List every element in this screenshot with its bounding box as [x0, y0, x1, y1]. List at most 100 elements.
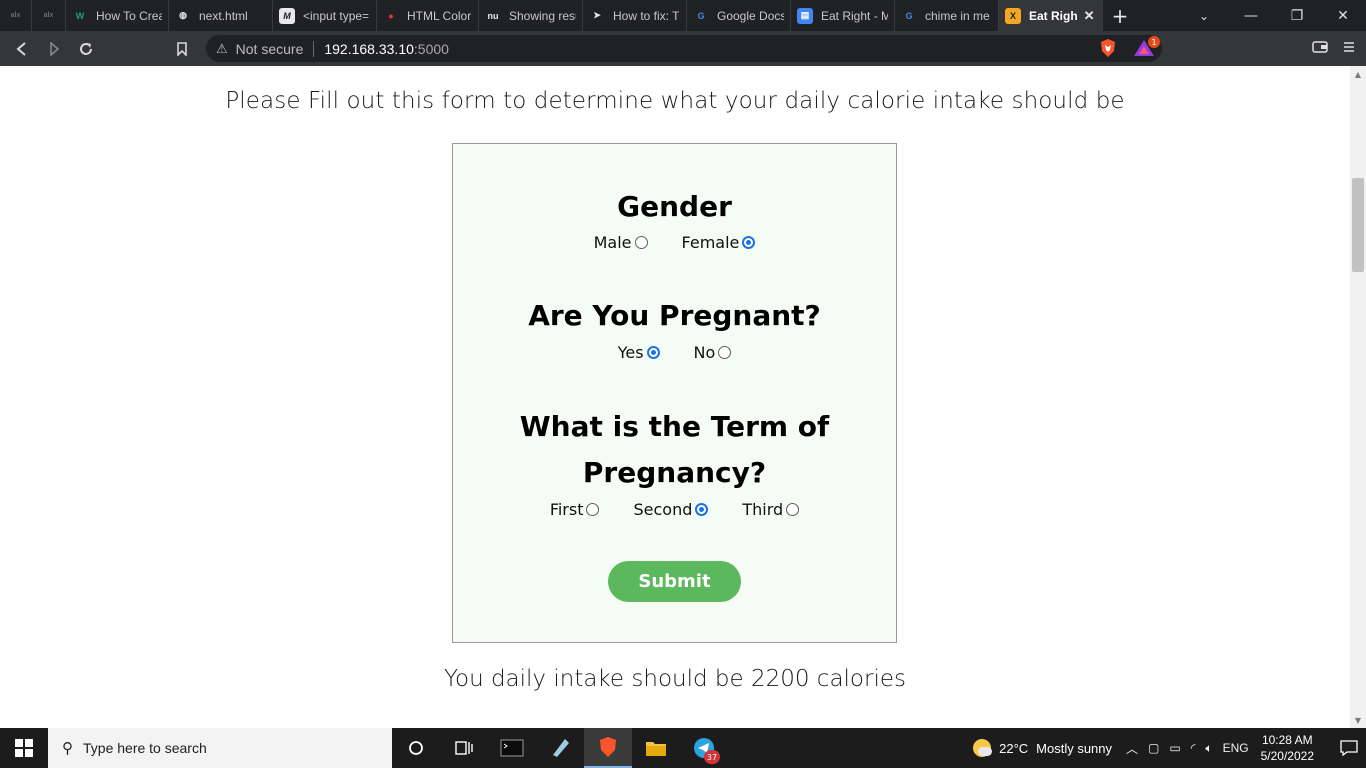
browser-tab[interactable]: alx	[0, 0, 32, 31]
tab-list: alx alx W How To Crea ◍ next.html M <input type…	[0, 0, 1103, 31]
browser-tab[interactable]: M <input type=	[273, 0, 377, 31]
search-placeholder: Type here to search	[83, 740, 207, 756]
tab-favicon-icon: X	[1005, 7, 1021, 24]
taskbar-search[interactable]: ⚲ Type here to search	[48, 728, 392, 768]
notifications-icon[interactable]	[1332, 740, 1366, 756]
gender-female-option[interactable]: Female	[682, 233, 756, 252]
wallet-icon[interactable]	[1312, 39, 1328, 58]
term-first-radio[interactable]	[586, 503, 600, 516]
tab-title: chime in me	[925, 8, 990, 23]
pregnant-yes-option[interactable]: Yes	[618, 343, 660, 362]
url-host: 192.168.33.10	[324, 40, 414, 57]
tab-title: Eat Right - M	[821, 8, 888, 23]
new-tab-button[interactable]: +	[1103, 0, 1137, 31]
menu-icon[interactable]	[1342, 39, 1356, 58]
weather-icon	[973, 739, 993, 757]
browser-tab[interactable]: ▤ Eat Right - M	[791, 0, 895, 31]
tab-favicon-icon: W	[75, 10, 85, 21]
page-content: Please Fill out this form to determine w…	[0, 66, 1350, 728]
minimize-icon[interactable]: —	[1228, 0, 1274, 31]
task-view-icon[interactable]	[440, 728, 488, 768]
gender-male-option[interactable]: Male	[594, 233, 648, 252]
search-icon: ⚲	[62, 740, 73, 757]
restore-icon[interactable]: ❐	[1274, 0, 1320, 31]
calorie-form: Gender Male Female Are You Pregnant? Yes…	[452, 143, 897, 643]
option-label: Yes	[617, 343, 644, 362]
tab-title: How To Crea	[96, 8, 162, 23]
scroll-up-icon[interactable]: ▲	[1350, 66, 1366, 82]
volume-icon[interactable]: 🔈︎	[1205, 741, 1212, 756]
tray-icons: ︿ ▢ ▭ ◜ 🔈︎ ENG	[1126, 740, 1249, 757]
clock-date: 5/20/2022	[1260, 749, 1314, 763]
terminal-app-icon[interactable]	[488, 728, 536, 768]
pregnant-yes-radio[interactable]	[646, 346, 660, 359]
submit-button[interactable]: Submit	[608, 561, 741, 602]
option-label: Male	[593, 233, 632, 252]
browser-tab-strip: alx alx W How To Crea ◍ next.html M <input type…	[0, 0, 1366, 31]
browser-tab[interactable]: ◍ next.html	[169, 0, 273, 31]
pregnant-no-option[interactable]: No	[694, 343, 732, 362]
tab-title: Showing resu	[509, 8, 576, 23]
browser-tab[interactable]: alx	[32, 0, 66, 31]
close-window-icon[interactable]: ✕	[1320, 0, 1366, 31]
wifi-icon[interactable]: ◜	[1191, 741, 1196, 755]
gender-female-radio[interactable]	[742, 236, 756, 249]
term-options: First Second Third	[453, 500, 896, 519]
term-first-option[interactable]: First	[550, 500, 600, 519]
windows-taskbar: ⚲ Type here to search 37 22°C Mostly sun…	[0, 728, 1366, 768]
telegram-app-icon[interactable]: 37	[680, 728, 728, 768]
battery-icon[interactable]: ▭	[1169, 741, 1180, 755]
browser-tab[interactable]: G Google Docs	[687, 0, 791, 31]
clock-time: 10:28 AM	[1261, 733, 1313, 747]
tab-title: <input type=	[303, 8, 370, 23]
windows-start-icon[interactable]	[0, 728, 48, 768]
browser-tab[interactable]: nu Showing resu	[479, 0, 583, 31]
browser-tab[interactable]: ● HTML Color	[377, 0, 479, 31]
browser-tab[interactable]: X Eat Righ ✕	[999, 0, 1103, 31]
tab-favicon-icon: ▤	[797, 7, 813, 24]
telegram-badge: 37	[704, 750, 720, 764]
option-label: Female	[681, 233, 740, 252]
language-indicator[interactable]: ENG	[1223, 741, 1249, 755]
tab-favicon-icon: ◍	[179, 10, 187, 20]
brave-shield-icon[interactable]	[1098, 38, 1118, 58]
clock[interactable]: 10:28 AM 5/20/2022	[1261, 732, 1314, 764]
brave-browser-app-icon[interactable]	[584, 728, 632, 768]
tab-favicon-icon: alx	[43, 12, 54, 19]
browser-toolbar: ⚠ Not secure 192.168.33.10 :5000 1	[0, 31, 1366, 66]
cortana-icon[interactable]	[392, 728, 440, 768]
reload-icon[interactable]	[70, 33, 102, 65]
browser-tab[interactable]: ➤ How to fix: T	[583, 0, 687, 31]
option-label: No	[693, 343, 716, 362]
url-port: :5000	[413, 40, 449, 57]
page-scrollbar[interactable]: ▲ ▼	[1350, 66, 1366, 728]
meet-now-icon[interactable]: ▢	[1148, 741, 1159, 755]
option-label: Third	[742, 500, 784, 519]
file-explorer-icon[interactable]	[632, 728, 680, 768]
term-third-radio[interactable]	[786, 503, 800, 516]
tab-title: Google Docs	[717, 8, 784, 23]
term-second-option[interactable]: Second	[633, 500, 709, 519]
weather-widget[interactable]: 22°C Mostly sunny	[973, 739, 1112, 757]
forward-icon[interactable]	[38, 33, 70, 65]
tab-favicon-icon: ➤	[593, 10, 601, 20]
address-bar[interactable]: ⚠ Not secure 192.168.33.10 :5000	[206, 35, 1162, 62]
notes-app-icon[interactable]	[536, 728, 584, 768]
intro-text: Please Fill out this form to determine w…	[225, 88, 1125, 114]
scroll-thumb[interactable]	[1352, 178, 1364, 272]
bookmark-icon[interactable]	[166, 33, 198, 65]
term-second-radio[interactable]	[695, 503, 709, 516]
scroll-down-icon[interactable]: ▼	[1350, 712, 1366, 728]
term-third-option[interactable]: Third	[742, 500, 800, 519]
result-text: You daily intake should be 2200 calories	[444, 666, 906, 692]
warning-icon[interactable]: ⚠	[216, 41, 228, 57]
back-icon[interactable]	[6, 33, 38, 65]
option-label: Second	[633, 500, 693, 519]
gender-male-radio[interactable]	[634, 236, 648, 249]
pregnant-no-radio[interactable]	[718, 346, 732, 359]
chevron-up-icon[interactable]: ︿	[1126, 740, 1138, 757]
close-tab-icon[interactable]: ✕	[1084, 8, 1095, 24]
browser-tab[interactable]: W How To Crea	[66, 0, 169, 31]
tab-search-icon[interactable]: ⌄	[1184, 0, 1224, 31]
browser-tab[interactable]: Gchime in me	[895, 0, 999, 31]
